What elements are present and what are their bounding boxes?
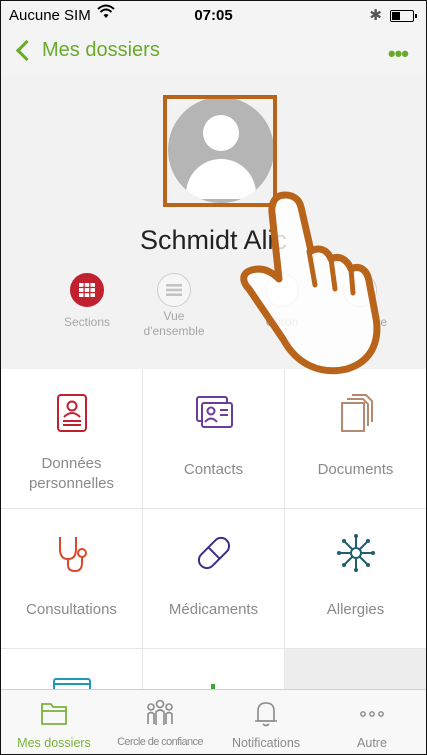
- app-frame: Aucune SIM 07:05 ✱ Mes dossiers ••• Schm…: [1, 1, 426, 754]
- view-tab-sections[interactable]: Sections: [42, 273, 132, 330]
- people-icon: [147, 699, 173, 725]
- back-button-label: Mes dossiers: [42, 39, 160, 61]
- navigation-bar: Mes dossiers •••: [1, 31, 426, 75]
- stethoscope-icon: [58, 537, 87, 573]
- section-personal-data[interactable]: Données personnelles: [1, 369, 142, 508]
- section-label: Documents: [317, 461, 394, 478]
- more-icon: [360, 711, 384, 717]
- avatar-highlight: [163, 95, 277, 207]
- list-icon: [157, 273, 191, 307]
- section-contacts[interactable]: Contacts: [143, 369, 284, 508]
- folder-icon: [41, 703, 67, 725]
- contact-card-icon: [195, 396, 233, 428]
- grid-icon: [70, 273, 104, 307]
- section-label: Consultations: [26, 601, 117, 618]
- id-card-icon: [56, 394, 87, 432]
- view-tab-overview[interactable]: Vue d'ensemble: [129, 273, 219, 339]
- section-label: Contacts: [183, 461, 244, 478]
- more-options-button[interactable]: •••: [388, 41, 409, 67]
- view-icon: [343, 273, 377, 307]
- section-label: Allergies: [326, 601, 385, 618]
- tab-label: Mes dossiers: [17, 736, 91, 750]
- tab-trust-circle[interactable]: Cercle de confiance: [107, 690, 213, 754]
- bell-icon: [255, 702, 277, 727]
- profile-name: Schmidt Alic: [139, 225, 288, 255]
- tab-notifications[interactable]: Notifications: [213, 690, 319, 754]
- back-button[interactable]: Mes dossiers: [15, 39, 160, 62]
- view-tab-label: Vue d'ensemble: [143, 309, 205, 338]
- bottom-tab-bar: Mes dossiers Cercle de confiance Notific…: [1, 689, 426, 754]
- view-tab-other[interactable]: e: [315, 273, 405, 330]
- battery-icon: [390, 10, 417, 22]
- section-allergies[interactable]: Allergies: [285, 509, 426, 648]
- documents-icon: [340, 394, 373, 432]
- section-consultations[interactable]: Consultations: [1, 509, 142, 648]
- view-tab-label: Sections: [63, 315, 111, 329]
- tab-my-folders[interactable]: Mes dossiers: [1, 690, 107, 754]
- view-switcher: Sections Vue d'ensemble Chron e: [1, 273, 426, 353]
- section-medications[interactable]: Médicaments: [143, 509, 284, 648]
- tab-label: Autre: [357, 736, 387, 750]
- section-label: Médicaments: [168, 601, 259, 618]
- view-tab-chronology[interactable]: Chron: [237, 273, 327, 330]
- tab-label: Cercle de confiance: [117, 736, 203, 748]
- status-bar: Aucune SIM 07:05 ✱: [1, 1, 426, 31]
- profile-header: Schmidt Alic Sections Vue d'ensemble Chr…: [1, 75, 426, 369]
- view-tab-label: e: [380, 315, 387, 329]
- tab-label: Notifications: [231, 736, 301, 750]
- tab-other[interactable]: Autre: [319, 690, 425, 754]
- allergen-icon: [336, 534, 375, 572]
- pill-icon: [197, 536, 230, 570]
- clock-icon: [265, 273, 299, 307]
- chevron-left-icon: [15, 39, 38, 62]
- section-label: Données personnelles: [28, 455, 115, 492]
- bluetooth-icon: ✱: [369, 7, 382, 24]
- section-documents[interactable]: Documents: [285, 369, 426, 508]
- sections-grid: Données personnelles Contacts Documents: [1, 369, 426, 754]
- view-tab-label: Chron: [265, 315, 299, 329]
- clock: 07:05: [194, 7, 233, 24]
